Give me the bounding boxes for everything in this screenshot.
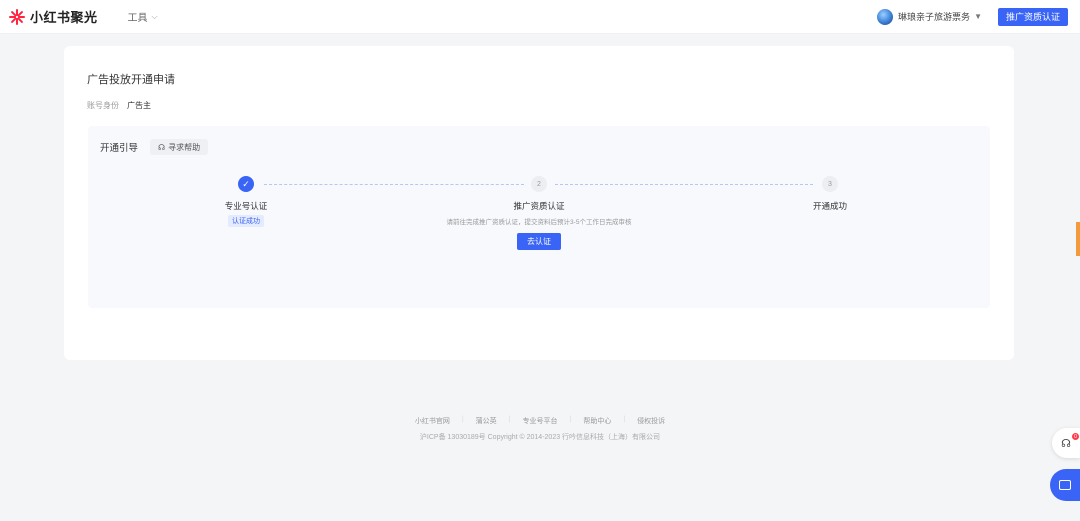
tools-menu-label: 工具 <box>127 13 148 24</box>
footer-link[interactable]: 帮助中心 <box>571 416 623 426</box>
step-2-description: 请前往完成推广资质认证，提交资料后预计3-5个工作日完成审核 <box>446 219 632 226</box>
step-3-number: 3 <box>822 176 838 192</box>
brand-name: 小红书聚光 <box>30 10 98 25</box>
notification-badge: 0 <box>1072 433 1079 440</box>
footer-link[interactable]: 小红书官网 <box>403 416 462 426</box>
step-2-number: 2 <box>531 176 547 192</box>
account-name[interactable]: 琳琅亲子旅游票务 <box>898 10 970 23</box>
brand-flower-icon <box>8 8 26 26</box>
footer-link[interactable]: 专业号平台 <box>511 416 570 426</box>
application-card: 广告投放开通申请 账号身份 广告主 开通引导 ☊ 寻求帮助 ✓ 专业号认证 认证… <box>64 46 1014 360</box>
help-button[interactable]: ☊ 寻求帮助 <box>150 139 209 155</box>
identity-value: 广告主 <box>127 101 151 110</box>
chevron-down-icon: ⌵ <box>151 11 158 21</box>
side-feedback-tab[interactable] <box>1076 222 1080 256</box>
top-bar: 小红书聚光 工具 ⌵ 琳琅亲子旅游票务 ▼ 推广资质认证 <box>0 0 1080 34</box>
step-3-label: 开通成功 <box>812 201 848 211</box>
headset-icon: ☊ <box>1061 437 1071 450</box>
step-1-status-badge: 认证成功 <box>228 215 264 227</box>
avatar[interactable] <box>877 8 894 25</box>
chat-icon <box>1059 480 1071 490</box>
guide-title: 开通引导 <box>100 143 139 154</box>
page-title: 广告投放开通申请 <box>87 74 175 86</box>
logo[interactable]: 小红书聚光 <box>8 7 98 26</box>
chat-float-button[interactable] <box>1050 469 1080 501</box>
tools-menu[interactable]: 工具 ⌵ <box>127 9 158 25</box>
step-2-label: 推广资质认证 <box>513 201 565 211</box>
account-identity: 账号身份 广告主 <box>87 100 151 111</box>
footer-links: 小红书官网 | 蒲公英 | 专业号平台 | 帮助中心 | 侵权投诉 <box>0 416 1080 426</box>
caret-down-icon[interactable]: ▼ <box>974 12 982 21</box>
go-certify-button[interactable]: 去认证 <box>517 233 561 250</box>
step-connector <box>264 184 524 185</box>
footer-link[interactable]: 蒲公英 <box>464 416 509 426</box>
headset-icon: ☊ <box>158 142 166 152</box>
support-float-button[interactable]: ☊ 0 <box>1052 428 1080 458</box>
step-1-check-icon: ✓ <box>238 176 254 192</box>
promotion-cert-button[interactable]: 推广资质认证 <box>997 7 1068 26</box>
step-connector <box>555 184 813 185</box>
copyright: 沪ICP备 13030189号 Copyright © 2014-2023 行吟… <box>419 434 661 441</box>
step-1-label: 专业号认证 <box>224 201 268 211</box>
identity-label: 账号身份 <box>87 101 119 110</box>
footer-link[interactable]: 侵权投诉 <box>625 416 677 426</box>
activation-guide: 开通引导 ☊ 寻求帮助 ✓ 专业号认证 认证成功 2 推广资质认证 请前往完成推… <box>88 126 990 308</box>
help-button-label: 寻求帮助 <box>168 142 201 152</box>
